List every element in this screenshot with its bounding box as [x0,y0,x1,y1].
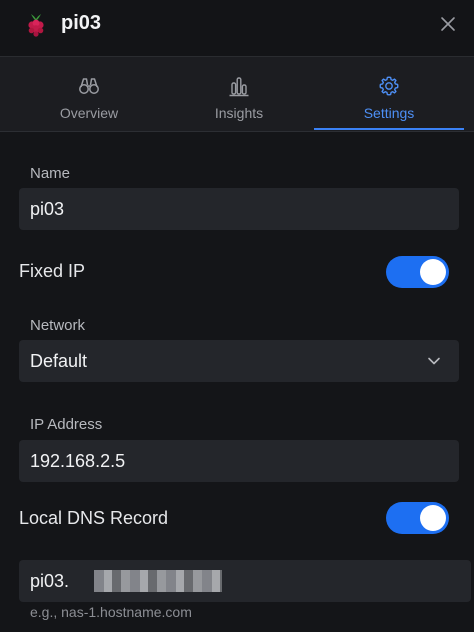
network-label: Network [30,317,86,334]
ip-address-label: IP Address [30,416,103,433]
raspberry-pi-icon [28,14,44,37]
fixed-ip-label: Fixed IP [19,261,86,281]
binoculars-icon [79,78,99,94]
tab-bar: Overview Insights Settings [0,57,474,132]
dns-record-input[interactable]: pi03. [19,560,471,602]
name-label: Name [30,165,71,182]
ip-address-input[interactable]: 192.168.2.5 [19,440,459,482]
local-dns-label: Local DNS Record [19,508,169,528]
tab-settings[interactable]: Settings [314,57,464,131]
gear-icon [379,76,399,96]
name-input[interactable]: pi03 [19,188,459,230]
redacted-hostname [94,570,222,592]
bar-chart-icon [229,77,249,97]
active-tab-indicator [314,128,464,130]
network-select[interactable]: Default [19,340,459,382]
fixed-ip-toggle[interactable] [386,256,449,288]
close-icon[interactable] [438,14,458,34]
tab-label-insights: Insights [214,105,264,121]
dns-hint-text: e.g., nas-1.hostname.com [30,604,192,620]
tab-overview[interactable]: Overview [14,57,164,131]
dialog-header: pi03 [0,0,474,57]
chevron-down-icon [428,357,440,365]
toggle-knob [420,259,446,285]
network-selected-value: Default [30,351,88,371]
device-title: pi03 [61,12,102,34]
tab-label-overview: Overview [59,105,119,121]
dns-record-value: pi03. [30,571,70,591]
toggle-knob [420,505,446,531]
tab-insights[interactable]: Insights [164,57,314,131]
local-dns-toggle[interactable] [386,502,449,534]
tab-label-settings: Settings [363,105,415,121]
